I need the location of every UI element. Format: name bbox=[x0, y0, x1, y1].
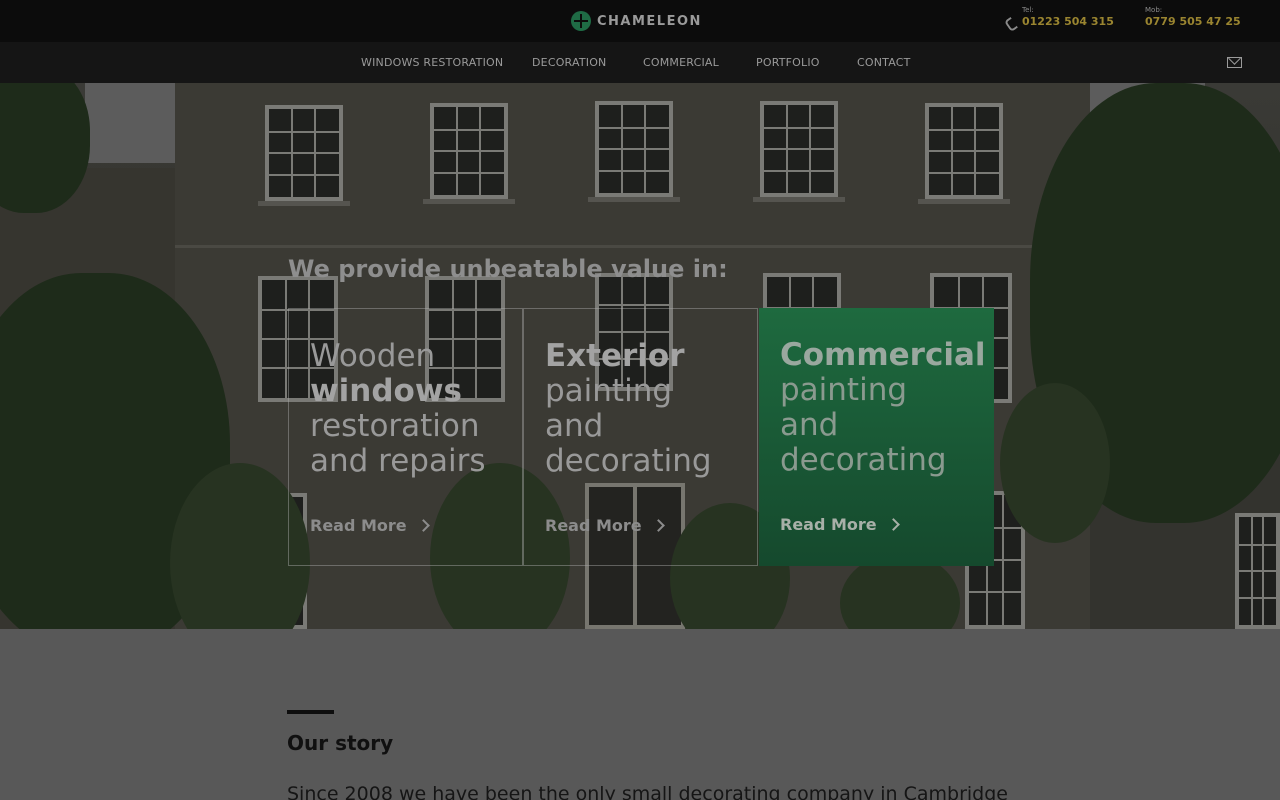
card-text: Commercial bbox=[780, 337, 986, 373]
card-text: Wooden bbox=[310, 338, 436, 374]
hero-window-sill bbox=[753, 197, 845, 202]
hero-section: We provide unbeatable value in: Wooden w… bbox=[0, 83, 1280, 629]
hero-stringcourse bbox=[175, 245, 1090, 248]
hero-window-sill bbox=[423, 199, 515, 204]
main-nav: WINDOWS RESTORATION DECORATION COMMERCIA… bbox=[0, 42, 1280, 83]
hero-window-sill bbox=[918, 199, 1010, 204]
hero-window bbox=[430, 103, 508, 199]
tel-number[interactable]: 01223 504 315 bbox=[1022, 15, 1114, 29]
read-more-label: Read More bbox=[780, 515, 877, 534]
nav-item-decoration[interactable]: DECORATION bbox=[532, 56, 606, 69]
nav-item-portfolio[interactable]: PORTFOLIO bbox=[756, 56, 820, 69]
contact-mob[interactable]: Mob: 0779 505 47 25 bbox=[1145, 6, 1241, 29]
mob-label: Mob: bbox=[1145, 6, 1163, 14]
hero-window bbox=[925, 103, 1003, 199]
top-bar: CHAMELEON Tel: 01223 504 315 Mob: 0779 5… bbox=[0, 0, 1280, 42]
read-more-link[interactable]: Read More bbox=[780, 515, 900, 534]
card-text: Exterior bbox=[545, 338, 685, 374]
card-text: and repairs bbox=[310, 443, 486, 479]
card-text: windows bbox=[310, 373, 462, 409]
card-text: painting bbox=[780, 372, 908, 408]
phone-icon bbox=[1006, 18, 1016, 28]
hero-window bbox=[1235, 513, 1280, 629]
story-title: Our story bbox=[287, 731, 394, 755]
hero-window bbox=[760, 101, 838, 197]
brand-name: CHAMELEON bbox=[597, 13, 702, 29]
chevron-right-icon bbox=[416, 519, 430, 532]
read-more-link[interactable]: Read More bbox=[545, 516, 665, 535]
section-divider bbox=[287, 710, 334, 714]
card-text: painting bbox=[545, 373, 673, 409]
hero-window bbox=[595, 101, 673, 197]
service-card-exterior[interactable]: Exterior painting and decorating Read Mo… bbox=[523, 308, 758, 566]
hero-window-sill bbox=[588, 197, 680, 202]
nav-item-contact[interactable]: CONTACT bbox=[857, 56, 911, 69]
read-more-label: Read More bbox=[310, 516, 407, 535]
contact-tel[interactable]: Tel: 01223 504 315 bbox=[1006, 6, 1114, 29]
read-more-label: Read More bbox=[545, 516, 642, 535]
card-text: and bbox=[780, 407, 839, 443]
nav-item-commercial[interactable]: COMMERCIAL bbox=[643, 56, 719, 69]
card-text: restoration bbox=[310, 408, 480, 444]
hero-window-sill bbox=[258, 201, 350, 206]
card-text: and bbox=[545, 408, 604, 444]
mob-number[interactable]: 0779 505 47 25 bbox=[1145, 15, 1241, 29]
nav-item-windows-restoration[interactable]: WINDOWS RESTORATION bbox=[361, 56, 503, 69]
chevron-right-icon bbox=[886, 518, 900, 531]
card-text: decorating bbox=[545, 443, 712, 479]
hero-heading: We provide unbeatable value in: bbox=[288, 255, 728, 283]
tel-label: Tel: bbox=[1022, 6, 1034, 14]
mail-icon[interactable] bbox=[1227, 57, 1242, 68]
chameleon-logo-icon bbox=[571, 11, 591, 31]
hero-sky bbox=[85, 83, 185, 163]
hero-window bbox=[265, 105, 343, 201]
story-text: Since 2008 we have been the only small d… bbox=[287, 783, 1008, 800]
page: CHAMELEON Tel: 01223 504 315 Mob: 0779 5… bbox=[0, 0, 1280, 800]
card-text: decorating bbox=[780, 442, 947, 478]
story-section: Our story Since 2008 we have been the on… bbox=[0, 629, 1280, 800]
service-card-windows[interactable]: Wooden windows restoration and repairs R… bbox=[288, 308, 523, 566]
hero-foliage bbox=[1000, 383, 1110, 543]
logo[interactable]: CHAMELEON bbox=[571, 10, 702, 32]
chevron-right-icon bbox=[651, 519, 665, 532]
service-card-commercial[interactable]: Commercial painting and decorating Read … bbox=[759, 308, 994, 566]
read-more-link[interactable]: Read More bbox=[310, 516, 430, 535]
